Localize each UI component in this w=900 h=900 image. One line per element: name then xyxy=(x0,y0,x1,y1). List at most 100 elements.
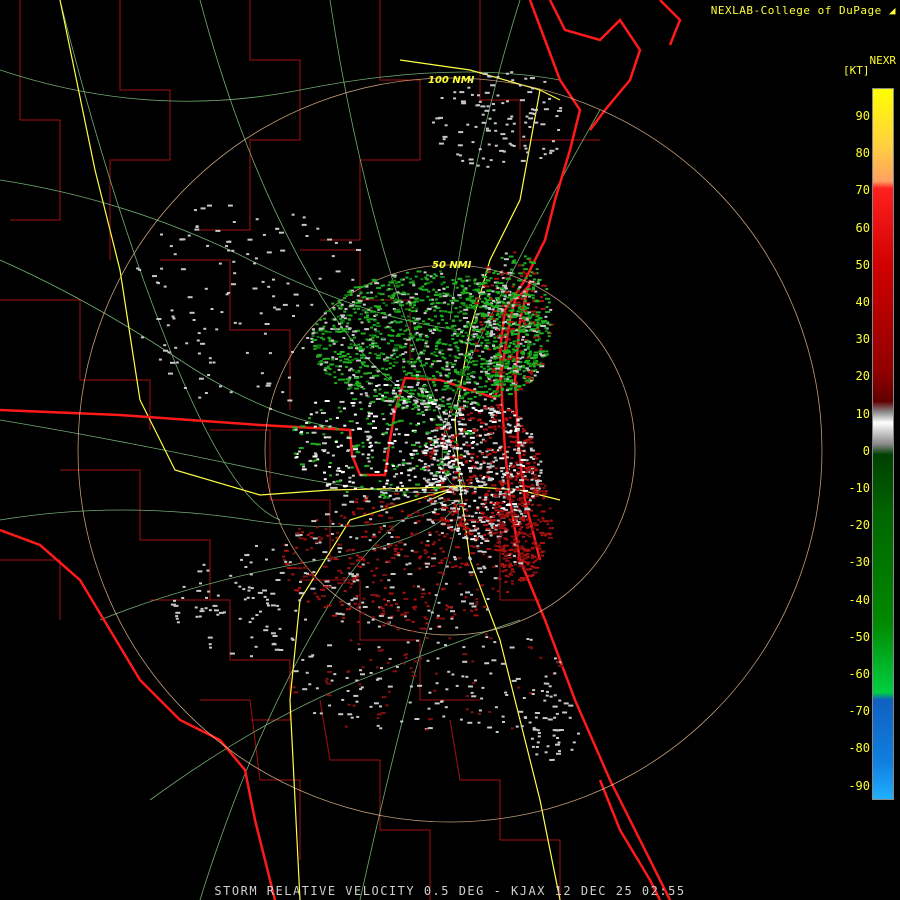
velocity-return-pixel xyxy=(440,442,444,445)
velocity-return-pixel xyxy=(520,512,524,515)
legend-tick-label: -90 xyxy=(848,778,870,793)
velocity-return-pixel xyxy=(207,374,211,376)
velocity-return-pixel xyxy=(531,745,535,748)
velocity-return-pixel xyxy=(402,662,406,665)
velocity-return-pixel xyxy=(501,570,505,573)
velocity-return-pixel xyxy=(413,551,419,554)
velocity-return-pixel xyxy=(503,298,507,301)
velocity-return-pixel xyxy=(515,349,519,352)
velocity-return-pixel xyxy=(402,370,406,373)
velocity-return-pixel xyxy=(493,519,497,521)
velocity-return-pixel xyxy=(434,298,438,301)
velocity-return-pixel xyxy=(458,294,462,297)
velocity-return-pixel xyxy=(423,405,429,408)
velocity-return-pixel xyxy=(533,374,537,377)
velocity-return-pixel xyxy=(383,359,389,362)
velocity-return-pixel xyxy=(357,343,361,346)
velocity-return-pixel xyxy=(514,340,518,343)
velocity-return-pixel xyxy=(404,324,408,327)
velocity-return-pixel xyxy=(524,293,530,296)
velocity-return-pixel xyxy=(393,347,399,350)
velocity-return-pixel xyxy=(298,447,304,449)
velocity-return-pixel xyxy=(445,604,449,607)
velocity-return-pixel xyxy=(504,574,508,577)
velocity-return-pixel xyxy=(502,721,505,723)
velocity-return-pixel xyxy=(433,435,437,438)
velocity-return-pixel xyxy=(455,684,459,687)
velocity-return-pixel xyxy=(456,335,460,337)
velocity-return-pixel xyxy=(385,304,388,307)
velocity-return-pixel xyxy=(287,376,291,379)
velocity-return-pixel xyxy=(510,727,514,730)
velocity-return-pixel xyxy=(297,586,301,589)
velocity-return-pixel xyxy=(384,469,388,472)
velocity-return-pixel xyxy=(451,513,455,516)
velocity-return-pixel xyxy=(498,419,502,422)
velocity-return-pixel xyxy=(463,455,467,458)
velocity-return-pixel xyxy=(397,554,401,557)
velocity-return-pixel xyxy=(516,463,520,466)
velocity-return-pixel xyxy=(539,469,543,472)
velocity-return-pixel xyxy=(487,311,491,314)
velocity-return-pixel xyxy=(484,339,490,342)
velocity-return-pixel xyxy=(295,532,300,535)
velocity-return-pixel xyxy=(446,524,452,527)
velocity-return-pixel xyxy=(308,683,312,686)
velocity-return-pixel xyxy=(373,328,377,331)
velocity-return-pixel xyxy=(449,410,453,413)
velocity-return-pixel xyxy=(411,306,415,309)
velocity-return-pixel xyxy=(516,368,520,371)
velocity-return-pixel xyxy=(425,622,429,625)
velocity-return-pixel xyxy=(521,328,525,331)
velocity-return-pixel xyxy=(537,735,541,738)
velocity-return-pixel xyxy=(452,328,456,331)
velocity-return-pixel xyxy=(382,373,386,376)
velocity-return-pixel xyxy=(525,317,529,320)
velocity-return-pixel xyxy=(315,443,319,446)
velocity-return-pixel xyxy=(434,305,438,308)
velocity-return-pixel xyxy=(337,543,342,546)
velocity-return-pixel xyxy=(490,383,496,386)
velocity-return-pixel xyxy=(471,695,477,698)
velocity-return-pixel xyxy=(529,497,533,499)
velocity-return-pixel xyxy=(443,301,447,304)
velocity-return-pixel xyxy=(246,553,250,556)
velocity-return-pixel xyxy=(408,309,411,311)
velocity-return-pixel xyxy=(477,721,481,724)
velocity-return-pixel xyxy=(426,605,430,608)
velocity-return-pixel xyxy=(386,479,390,482)
velocity-return-pixel xyxy=(413,360,417,363)
velocity-return-pixel xyxy=(451,365,455,368)
velocity-return-pixel xyxy=(539,520,543,523)
velocity-return-pixel xyxy=(437,601,441,604)
velocity-return-pixel xyxy=(246,253,250,256)
velocity-return-pixel xyxy=(500,662,506,665)
velocity-return-pixel xyxy=(345,491,349,493)
velocity-return-pixel xyxy=(349,314,353,317)
velocity-return-pixel xyxy=(408,281,414,284)
velocity-return-pixel xyxy=(453,404,459,407)
velocity-return-pixel xyxy=(501,501,505,504)
velocity-return-pixel xyxy=(556,661,560,664)
velocity-return-pixel xyxy=(532,288,535,291)
velocity-return-pixel xyxy=(457,144,463,147)
velocity-return-pixel xyxy=(479,463,483,466)
velocity-return-pixel xyxy=(558,699,562,702)
velocity-return-pixel xyxy=(568,716,572,719)
velocity-return-pixel xyxy=(346,437,352,439)
velocity-return-pixel xyxy=(298,527,301,530)
velocity-return-pixel xyxy=(233,321,237,324)
velocity-return-pixel xyxy=(526,356,530,359)
velocity-return-pixel xyxy=(321,449,327,452)
velocity-return-pixel xyxy=(426,499,430,502)
velocity-return-pixel xyxy=(388,592,394,595)
velocity-return-pixel xyxy=(463,381,466,383)
velocity-return-pixel xyxy=(386,428,390,431)
velocity-return-pixel xyxy=(340,343,344,346)
velocity-return-pixel xyxy=(529,437,533,440)
velocity-return-pixel xyxy=(343,494,349,497)
velocity-return-pixel xyxy=(356,565,359,567)
velocity-return-pixel xyxy=(327,665,332,668)
velocity-return-pixel xyxy=(430,363,434,366)
velocity-return-pixel xyxy=(431,494,435,497)
